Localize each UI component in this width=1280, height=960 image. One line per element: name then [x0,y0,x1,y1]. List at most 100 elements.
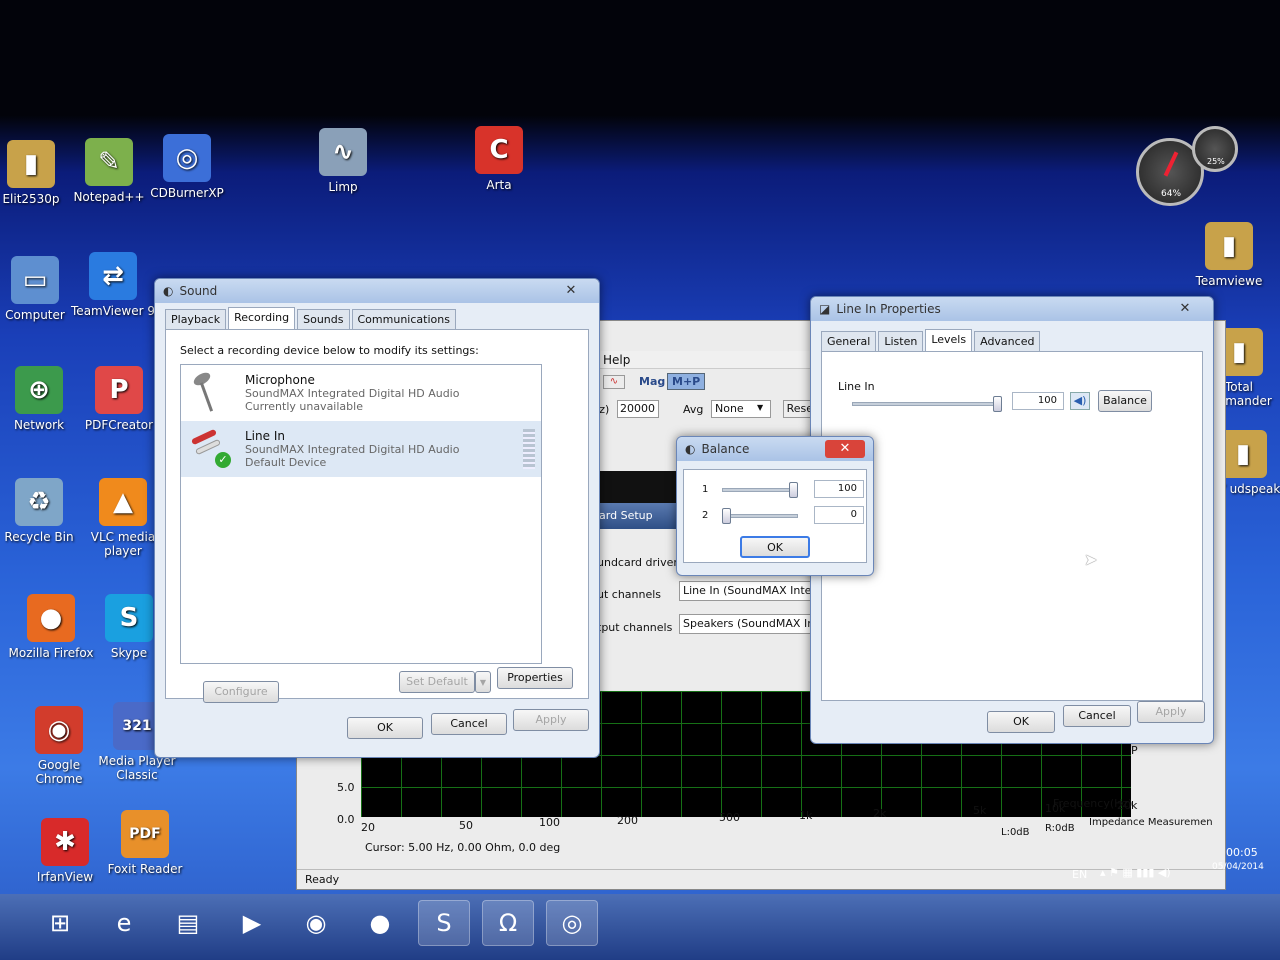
input-channels-select[interactable]: Line In (SoundMAX Integrate [679,581,829,601]
desktop-icon[interactable]: PDF Foxit Reader [100,810,190,876]
device-name: Microphone [245,373,315,387]
tab-communications[interactable]: Communications [351,309,456,329]
channel-1-thumb[interactable] [789,482,798,498]
apply-button[interactable]: Apply [513,709,589,731]
menu-help[interactable]: Help [603,353,630,367]
set-default-dropdown[interactable]: ▼ [475,671,491,693]
properties-button[interactable]: Properties [497,667,573,689]
soundcard-driver-label: undcard driver [597,556,678,569]
channel-2-track[interactable] [722,514,798,518]
device-status: Default Device [245,456,327,469]
desktop-icon[interactable]: ▮ Teamviewe [1184,222,1274,288]
tray-icons[interactable]: ▴ ⚑ ▦ ▮▮▮ ◀) [1100,866,1171,879]
clock-date[interactable]: 05/04/2014 [1212,862,1264,872]
app-icon: ▮ [7,140,55,188]
mem-gadget[interactable]: 25% [1192,126,1238,172]
configure-button[interactable]: Configure [203,681,279,703]
tab-advanced[interactable]: Advanced [974,331,1041,351]
levels-panel: Line In 100 ◀) Balance ➤ [821,351,1203,701]
ok-button[interactable]: OK [987,711,1055,733]
balance-titlebar[interactable]: ◐ Balance ✕ [677,437,873,461]
channel-1-track[interactable] [722,488,798,492]
line-in-level-thumb[interactable] [993,396,1002,412]
sound-titlebar[interactable]: ◐ Sound ✕ [155,279,599,303]
desktop-icon-label: Notepad++ [73,190,145,204]
close-icon[interactable]: ✕ [825,440,865,458]
output-channels-select[interactable]: Speakers (SoundMAX Integra [679,614,829,634]
desktop-icon[interactable]: ∿ Limp [298,128,388,194]
device-driver: SoundMAX Integrated Digital HD Audio [245,443,460,456]
cancel-button[interactable]: Cancel [1063,705,1131,727]
device-line-in[interactable]: ✓ Line In SoundMAX Integrated Digital HD… [181,421,541,477]
mag-button[interactable]: Mag [639,375,665,388]
channel-2-value[interactable]: 0 [814,506,864,524]
close-icon[interactable]: ✕ [1165,300,1205,318]
desktop-icon[interactable]: ● Mozilla Firefox [6,594,96,660]
balance-panel: 1 100 2 0 OK [683,469,867,563]
channel-1-value[interactable]: 100 [814,480,864,498]
desktop-icon[interactable]: P PDFCreator [74,366,164,432]
tab-general[interactable]: General [821,331,877,351]
wave-icon[interactable]: ∿ [603,375,625,389]
line-in-level-track[interactable] [852,402,1002,406]
language-indicator[interactable]: EN [1072,868,1087,881]
omega-icon[interactable]: Ω [482,900,534,946]
tab-recording[interactable]: Recording [228,307,296,329]
app-icon: ✱ [41,818,89,866]
y-tick: 0.0 [337,813,355,826]
ok-button[interactable]: OK [347,717,423,739]
app-icon: ♻ [15,478,63,526]
channel-2-thumb[interactable] [722,508,731,524]
desktop-icon-label: Foxit Reader [107,862,183,876]
media-icon[interactable]: ▶ [226,900,278,946]
input-channels-label: ut channels [597,588,662,601]
balance-button[interactable]: Balance [1098,390,1152,412]
firefox-icon[interactable]: ● [354,900,406,946]
cd-icon[interactable]: ◎ [546,900,598,946]
desktop-icon[interactable]: ✱ IrfanView [20,818,110,884]
clock-time[interactable]: 00:05 [1226,846,1258,859]
apply-button[interactable]: Apply [1137,701,1205,723]
left-level: L:0dB [1001,827,1030,838]
line-in-level-value[interactable]: 100 [1012,392,1064,410]
app-icon: C [475,126,523,174]
x-tick: 50 [459,818,473,832]
card-setup-header: card Setup [587,503,677,529]
desktop-icon[interactable]: ◉ Google Chrome [14,706,104,786]
hz-input[interactable]: 20000 [617,400,659,418]
tab-playback[interactable]: Playback [165,309,227,329]
desktop-icon[interactable]: ◎ CDBurnerXP [142,134,232,200]
desktop-icon-label: Media Player Classic [98,754,176,782]
chevron-down-icon: ▼ [479,678,487,687]
chrome-icon[interactable]: ◉ [290,900,342,946]
desktop-icon[interactable]: ⊕ Network [0,366,84,432]
properties-icon: ◪ [819,302,831,316]
mp-button[interactable]: M+P [667,373,706,390]
tab-levels[interactable]: Levels [925,329,973,351]
app-icon: ⊕ [15,366,63,414]
desktop-icon[interactable]: C Arta [454,126,544,192]
close-icon[interactable]: ✕ [551,282,591,300]
app-icon: ✎ [85,138,133,186]
balance-ok-button[interactable]: OK [740,536,810,558]
device-microphone[interactable]: Microphone SoundMAX Integrated Digital H… [181,365,541,421]
ie-icon[interactable]: e [98,900,150,946]
desktop-icon-label: IrfanView [36,870,94,884]
desktop-icon[interactable]: ✎ Notepad++ [64,138,154,204]
start-icon[interactable]: ⊞ [34,900,86,946]
desktop-icon[interactable]: ♻ Recycle Bin [0,478,84,544]
x-tick: 5k [973,804,987,818]
desktop-icon-label: Recycle Bin [4,530,74,544]
set-default-button[interactable]: Set Default [399,671,475,693]
explorer-icon[interactable]: ▤ [162,900,214,946]
speaker-mute-icon[interactable]: ◀) [1070,392,1090,410]
tab-sounds[interactable]: Sounds [297,309,350,329]
cancel-button[interactable]: Cancel [431,713,507,735]
skype-icon[interactable]: S [418,900,470,946]
line-in-titlebar[interactable]: ◪ Line In Properties ✕ [811,297,1213,321]
app-icon: P [95,366,143,414]
tab-listen[interactable]: Listen [878,331,924,351]
channel-2-label: 2 [702,510,709,521]
speaker-icon: ◐ [163,284,174,298]
desktop-icon[interactable]: ⇄ TeamViewer 9 [68,252,158,318]
